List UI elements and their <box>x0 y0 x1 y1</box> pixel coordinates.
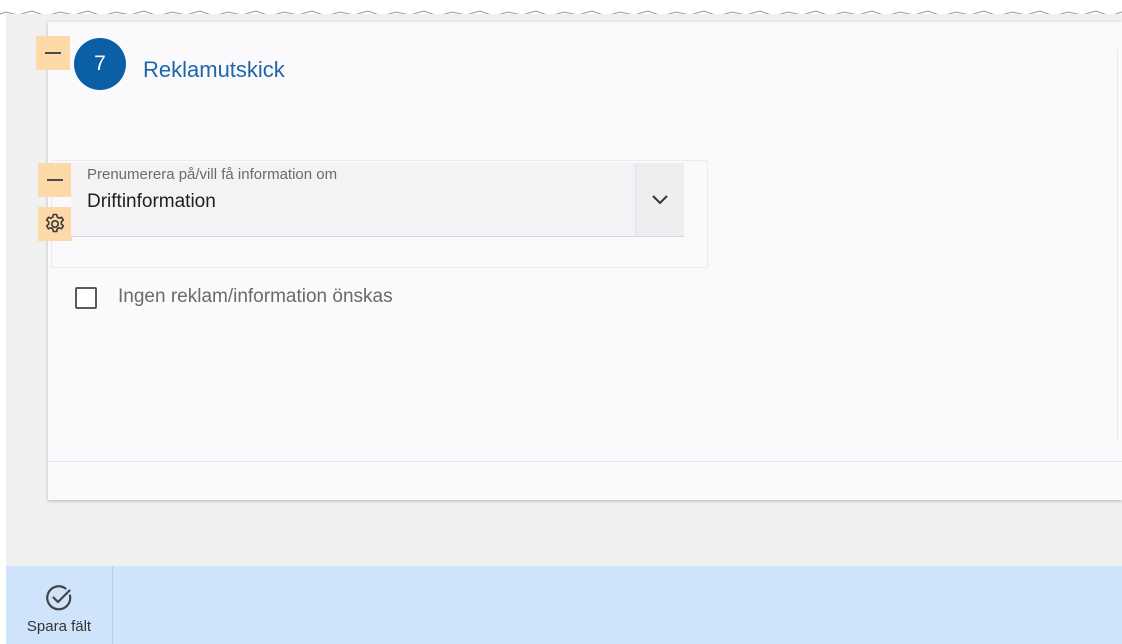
subscription-select[interactable]: Prenumerera på/vill få information om Dr… <box>71 163 684 237</box>
card-right-border <box>1117 50 1118 440</box>
minus-icon <box>47 179 63 181</box>
section-title: Reklamutskick <box>143 57 285 82</box>
opt-out-label[interactable]: Ingen reklam/information önskas <box>118 286 393 308</box>
field-settings-button[interactable] <box>38 207 72 241</box>
save-fields-label: Spara fält <box>26 618 92 635</box>
minus-icon <box>45 52 61 54</box>
opt-out-checkbox[interactable] <box>75 287 97 309</box>
collapse-field-button[interactable] <box>38 163 72 197</box>
footer-toolbar: Spara fält <box>6 566 1122 644</box>
step-number: 7 <box>94 52 106 75</box>
save-fields-button[interactable]: Spara fält <box>6 566 113 644</box>
check-circle-icon <box>46 585 72 611</box>
subscription-select-value: Driftinformation <box>87 191 216 212</box>
card-divider <box>48 461 1122 462</box>
gear-icon <box>45 213 65 233</box>
step-number-badge: 7 <box>74 38 126 90</box>
chevron-down-icon <box>652 194 668 204</box>
subscription-select-label: Prenumerera på/vill få information om <box>87 166 338 183</box>
dropdown-toggle[interactable] <box>635 163 684 236</box>
collapse-section-button[interactable] <box>36 36 70 70</box>
